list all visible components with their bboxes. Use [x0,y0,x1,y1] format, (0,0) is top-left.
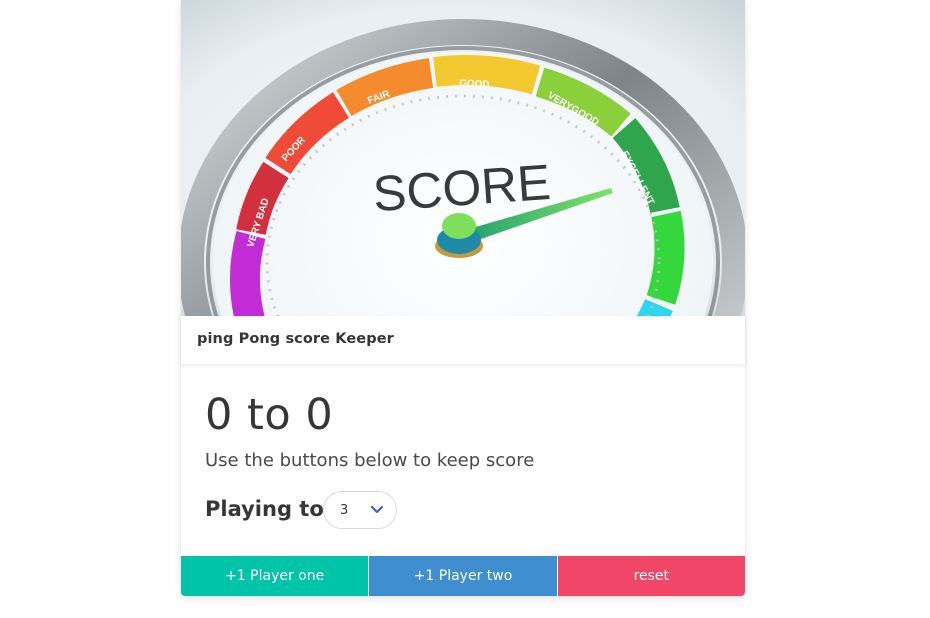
chevron-down-icon [370,505,384,514]
card-header-title: ping Pong score Keeper [197,331,394,347]
instructions-text: Use the buttons below to keep score [205,450,535,471]
player-one-add-button[interactable]: +1 Player one [181,556,369,596]
segment-label: GOOD [459,78,490,91]
playing-to-value: 3 [340,503,349,518]
card-header: ping Pong score Keeper [181,316,745,364]
score-separator: to [247,390,292,440]
card-content: 0 to 0 Use the buttons below to keep sco… [181,364,745,556]
score-display: 0 to 0 [205,394,333,437]
player-one-score: 0 [205,390,233,440]
player-two-score: 0 [305,390,334,440]
card-footer: +1 Player one +1 Player two reset [181,556,745,596]
reset-button[interactable]: reset [557,556,745,596]
card-image-score-gauge: VERY BAD POOR FAIR GOOD VERYGOOD EXCELLE… [181,0,745,316]
playing-to-select[interactable]: 3 [323,491,397,529]
score-keeper-card: VERY BAD POOR FAIR GOOD VERYGOOD EXCELLE… [181,0,745,596]
score-gauge-illustration: VERY BAD POOR FAIR GOOD VERYGOOD EXCELLE… [181,0,745,316]
playing-to-label: Playing to [205,497,324,521]
player-two-add-button[interactable]: +1 Player two [369,556,557,596]
